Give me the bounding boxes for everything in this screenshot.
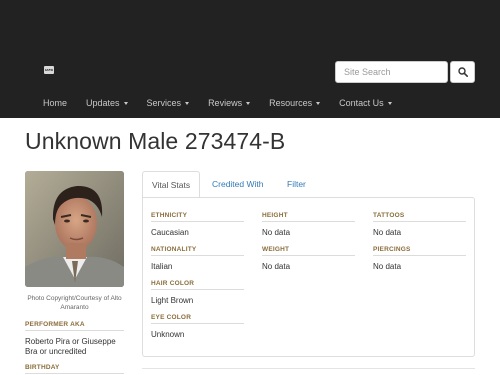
nav-updates[interactable]: Updates [86, 97, 128, 111]
divider [151, 323, 244, 324]
divider [142, 368, 475, 369]
piercings-label: PIERCINGS [373, 246, 411, 253]
weight-label: WEIGHT [262, 246, 290, 253]
site-logo[interactable]: IAFD [44, 66, 54, 74]
divider [262, 255, 355, 256]
nav-reviews[interactable]: Reviews [208, 97, 251, 111]
nationality-value: Italian [151, 262, 173, 271]
nav-reviews-label: Reviews [208, 98, 243, 108]
divider [151, 221, 244, 222]
weight-value: No data [262, 262, 291, 271]
performer-aka-label: PERFORMER AKA [25, 321, 85, 328]
photo-caption: Photo Copyright/Courtesy of Alto Amarant… [27, 295, 122, 311]
divider [262, 221, 355, 222]
piercings-value: No data [373, 262, 402, 271]
tab-vital-stats[interactable]: Vital Stats [142, 171, 201, 198]
nav-contact-label: Contact Us [339, 98, 384, 108]
profile-tabs: Vital Stats Credited With Filter [142, 171, 475, 198]
chevron-down-icon [246, 102, 251, 106]
chevron-down-icon [316, 102, 321, 106]
eye-color-label: EYE COLOR [151, 314, 192, 321]
tab-filter[interactable]: Filter [278, 171, 315, 198]
tattoos-label: TATTOOS [373, 212, 405, 219]
site-logo-text: IAFD [45, 68, 53, 72]
ethnicity-value: Caucasian [151, 228, 189, 237]
divider [373, 255, 466, 256]
divider [373, 221, 466, 222]
ethnicity-label: ETHNICITY [151, 212, 188, 219]
page-title: Unknown Male 273474-B [25, 128, 286, 154]
nav-updates-label: Updates [86, 98, 120, 108]
divider [151, 289, 244, 290]
divider [25, 330, 124, 331]
chevron-down-icon [387, 102, 392, 106]
site-header: IAFD Home Updates Services Reviews Resou… [0, 0, 500, 118]
nationality-label: NATIONALITY [151, 246, 197, 253]
performer-aka-value: Roberto Pira or Giuseppe Bra or uncredit… [25, 337, 116, 356]
main-nav: Home Updates Services Reviews Resources … [43, 97, 411, 111]
height-value: No data [262, 228, 291, 237]
tattoos-value: No data [373, 228, 402, 237]
nav-resources-label: Resources [269, 98, 313, 108]
hair-color-value: Light Brown [151, 296, 194, 305]
chevron-down-icon [123, 102, 128, 106]
performer-photo [25, 171, 124, 287]
hair-color-label: HAIR COLOR [151, 280, 195, 287]
divider [25, 373, 124, 374]
height-label: HEIGHT [262, 212, 288, 219]
nav-resources[interactable]: Resources [269, 97, 321, 111]
tab-credited-with[interactable]: Credited With [203, 171, 273, 198]
nav-home-label: Home [43, 98, 68, 108]
chevron-down-icon [185, 102, 190, 106]
divider [151, 255, 244, 256]
search-button[interactable] [450, 61, 475, 83]
eye-color-value: Unknown [151, 330, 185, 339]
search-input[interactable] [335, 61, 448, 83]
nav-home[interactable]: Home [43, 97, 67, 111]
nav-services-label: Services [146, 98, 182, 108]
birthday-label: BIRTHDAY [25, 364, 60, 371]
search-icon [458, 67, 468, 77]
nav-contact-us[interactable]: Contact Us [339, 97, 392, 111]
nav-services[interactable]: Services [147, 97, 190, 111]
